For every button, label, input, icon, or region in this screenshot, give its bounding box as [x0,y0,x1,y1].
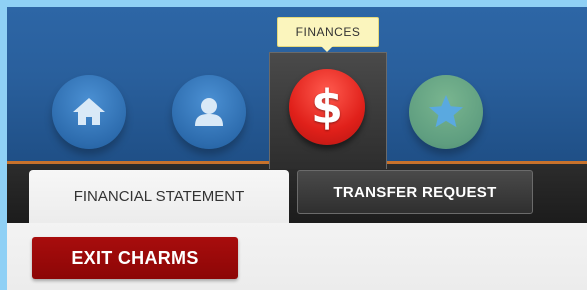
home-icon [73,98,105,125]
favorites-charm[interactable] [409,75,483,149]
profile-charm[interactable] [172,75,246,149]
tab-financial-statement[interactable]: FINANCIAL STATEMENT [29,170,289,223]
exit-charms-button[interactable]: EXIT CHARMS [32,237,238,279]
star-icon [429,95,463,128]
finances-charm[interactable]: $ [289,69,365,145]
tooltip-arrow [320,45,334,52]
app-frame: $ FINANCES FINANCIAL STATEMENT TRANSFER … [7,7,587,290]
tab-transfer-request[interactable]: TRANSFER REQUEST [297,170,533,214]
charm-tooltip: FINANCES [277,17,379,47]
home-charm[interactable] [52,75,126,149]
person-icon [195,98,223,126]
dollar-icon: $ [310,80,343,134]
